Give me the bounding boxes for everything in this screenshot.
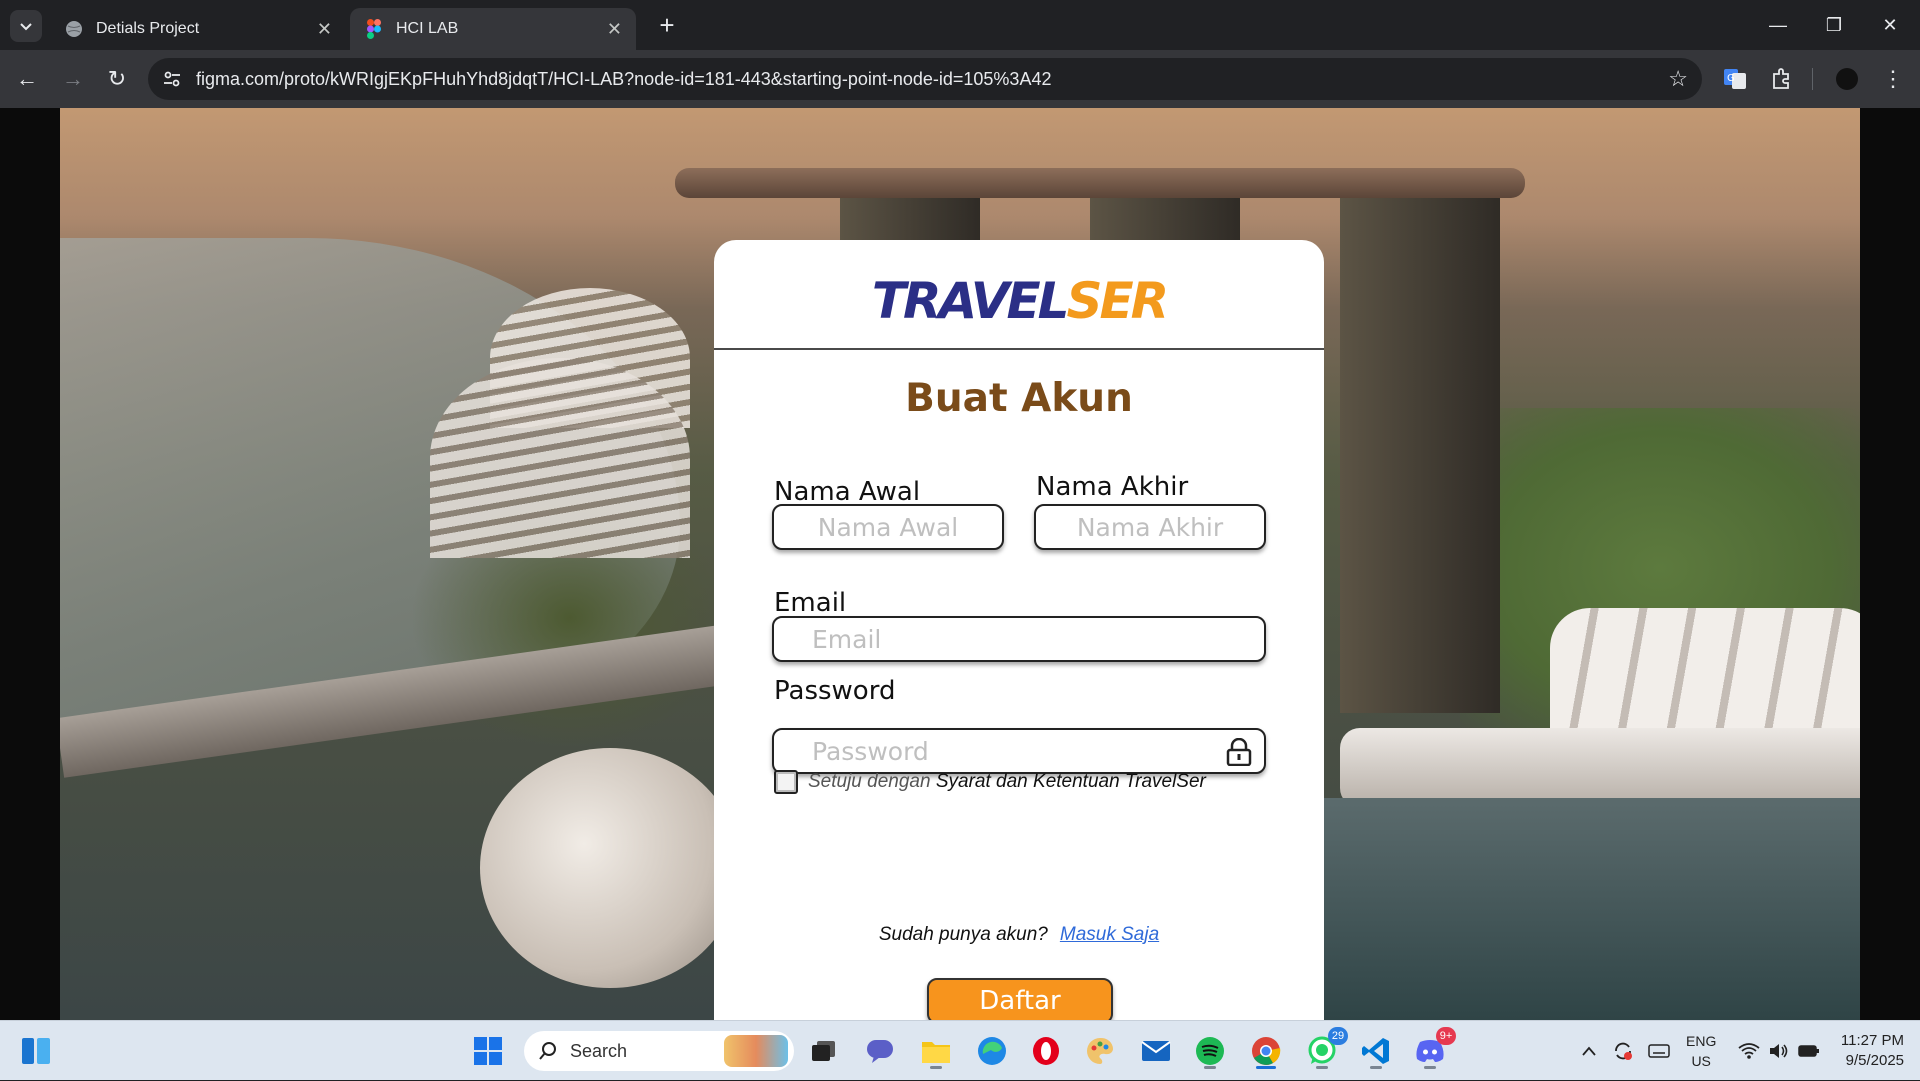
- spotify-icon[interactable]: [1190, 1031, 1230, 1071]
- login-prompt-text: Sudah punya akun?: [878, 924, 1048, 945]
- bookmark-star-icon[interactable]: ☆: [1668, 66, 1688, 92]
- singapore-background-image: TRAVELSER Buat Akun Nama Awal Nama Akhir…: [60, 108, 1860, 1020]
- lock-icon[interactable]: [1226, 738, 1252, 766]
- tab-close-icon[interactable]: ✕: [607, 19, 622, 40]
- svg-text:G: G: [1727, 73, 1735, 84]
- profile-avatar[interactable]: [1832, 64, 1862, 94]
- restore-icon[interactable]: ❐: [1814, 8, 1854, 42]
- running-indicator: [930, 1066, 942, 1069]
- url-text: figma.com/proto/kWRIgjEKpFHuhYhd8jdqtT/H…: [196, 69, 1052, 89]
- widgets-icon[interactable]: [16, 1031, 56, 1071]
- skypark-deck: [675, 168, 1525, 198]
- password-label: Password: [774, 676, 896, 706]
- header-divider: [714, 348, 1324, 350]
- register-card: TRAVELSER Buat Akun Nama Awal Nama Akhir…: [714, 240, 1324, 1020]
- search-label: Search: [570, 1040, 628, 1061]
- minimize-icon[interactable]: —: [1758, 8, 1798, 42]
- file-explorer-icon[interactable]: [916, 1031, 956, 1071]
- running-indicator: [1370, 1066, 1382, 1069]
- language-indicator[interactable]: ENG US: [1686, 1031, 1716, 1071]
- waterfront-roof: [1340, 728, 1860, 808]
- masuk-saja-link[interactable]: Masuk Saja: [1060, 924, 1159, 945]
- first-name-field[interactable]: [772, 504, 1004, 550]
- terms-text: Setuju dengan Syarat dan Ketentuan Trave…: [808, 771, 1206, 792]
- taskbar-search[interactable]: Search: [524, 1031, 794, 1071]
- clock-date: 9/5/2025: [1845, 1052, 1904, 1069]
- volume-icon[interactable]: [1764, 1021, 1794, 1081]
- battery-icon[interactable]: [1794, 1021, 1824, 1081]
- password-input[interactable]: [774, 730, 1264, 772]
- toolbar-divider: [1812, 68, 1813, 90]
- hotel-tower: [1340, 193, 1500, 713]
- search-icon: [539, 1042, 556, 1060]
- page-viewport: TRAVELSER Buat Akun Nama Awal Nama Akhir…: [0, 108, 1920, 1020]
- address-bar[interactable]: figma.com/proto/kWRIgjEKpFHuhYhd8jdqtT/H…: [148, 58, 1702, 100]
- wifi-icon[interactable]: [1734, 1021, 1764, 1081]
- artscience-museum: [480, 748, 740, 988]
- running-indicator: [1316, 1066, 1328, 1069]
- tab-detials-project[interactable]: Detials Project ✕: [50, 8, 346, 50]
- running-indicator: [1424, 1066, 1436, 1069]
- tab-title: Detials Project: [96, 20, 200, 37]
- discord-icon[interactable]: 9+: [1410, 1027, 1456, 1071]
- running-indicator: [1204, 1066, 1216, 1069]
- task-view-icon[interactable]: [804, 1031, 844, 1071]
- opera-icon[interactable]: [1026, 1031, 1066, 1071]
- clock[interactable]: 11:27 PM 9/5/2025: [1841, 1031, 1904, 1071]
- last-name-label: Nama Akhir: [1036, 472, 1189, 502]
- terms-checkbox[interactable]: [774, 770, 798, 794]
- search-highlight-image: [724, 1035, 788, 1067]
- chevron-down-icon: [20, 23, 32, 31]
- terms-link[interactable]: Syarat dan Ketentuan TravelSer: [936, 771, 1206, 792]
- close-window-icon[interactable]: ✕: [1870, 8, 1910, 42]
- daftar-button[interactable]: Daftar: [927, 978, 1113, 1020]
- password-field[interactable]: [772, 728, 1266, 774]
- travelser-logo: TRAVELSER: [871, 272, 1169, 330]
- globe-icon: [64, 19, 84, 39]
- paint-icon[interactable]: [1080, 1031, 1120, 1071]
- more-menu-icon[interactable]: ⋮: [1878, 64, 1908, 94]
- tab-search-button[interactable]: [10, 10, 42, 42]
- start-icon[interactable]: [468, 1031, 508, 1071]
- edge-icon[interactable]: [972, 1031, 1012, 1071]
- terms-row: Setuju dengan Syarat dan Ketentuan Trave…: [774, 770, 1206, 794]
- tab-title: HCI LAB: [396, 20, 459, 37]
- tab-close-icon[interactable]: ✕: [317, 19, 332, 40]
- email-field[interactable]: [772, 616, 1266, 662]
- last-name-input[interactable]: [1036, 506, 1264, 548]
- whatsapp-badge: 29: [1328, 1027, 1348, 1045]
- email-label: Email: [774, 588, 847, 618]
- first-name-label: Nama Awal: [774, 477, 921, 507]
- last-name-field[interactable]: [1034, 504, 1266, 550]
- windows-taskbar: Search 29 9+ ENG US 11:27 PM 9/5/2025: [0, 1020, 1920, 1080]
- first-name-input[interactable]: [774, 506, 1002, 548]
- chrome-icon[interactable]: [1246, 1031, 1286, 1071]
- whatsapp-icon[interactable]: 29: [1302, 1027, 1348, 1071]
- running-indicator: [1256, 1066, 1276, 1069]
- sync-icon[interactable]: [1606, 1021, 1640, 1081]
- browser-tab-bar: Detials Project ✕ HCI LAB ✕ + — ❐ ✕: [0, 0, 1920, 50]
- site-info-icon[interactable]: [162, 69, 182, 89]
- new-tab-button[interactable]: +: [652, 10, 682, 40]
- clock-time: 11:27 PM: [1840, 1032, 1904, 1049]
- vscode-icon[interactable]: [1356, 1031, 1396, 1071]
- reload-icon[interactable]: ↻: [100, 62, 134, 96]
- cloud-forest-dome: [430, 358, 690, 558]
- chat-icon[interactable]: [860, 1031, 900, 1071]
- browser-toolbar: ← → ↻ figma.com/proto/kWRIgjEKpFHuhYhd8j…: [0, 50, 1920, 108]
- login-prompt-row: Sudah punya akun? Masuk Saja: [714, 924, 1324, 946]
- extensions-icon[interactable]: [1766, 64, 1796, 94]
- translate-icon[interactable]: G: [1720, 64, 1750, 94]
- keyboard-icon[interactable]: [1642, 1021, 1676, 1081]
- show-hidden-icons-icon[interactable]: [1574, 1021, 1604, 1081]
- figma-icon: [364, 19, 384, 39]
- back-icon[interactable]: ←: [10, 62, 44, 96]
- email-input[interactable]: [774, 618, 1264, 660]
- mail-icon[interactable]: [1136, 1031, 1176, 1071]
- forward-icon[interactable]: →: [56, 62, 90, 96]
- tab-hci-lab[interactable]: HCI LAB ✕: [350, 8, 636, 50]
- page-title: Buat Akun: [905, 376, 1133, 421]
- discord-badge: 9+: [1436, 1027, 1456, 1045]
